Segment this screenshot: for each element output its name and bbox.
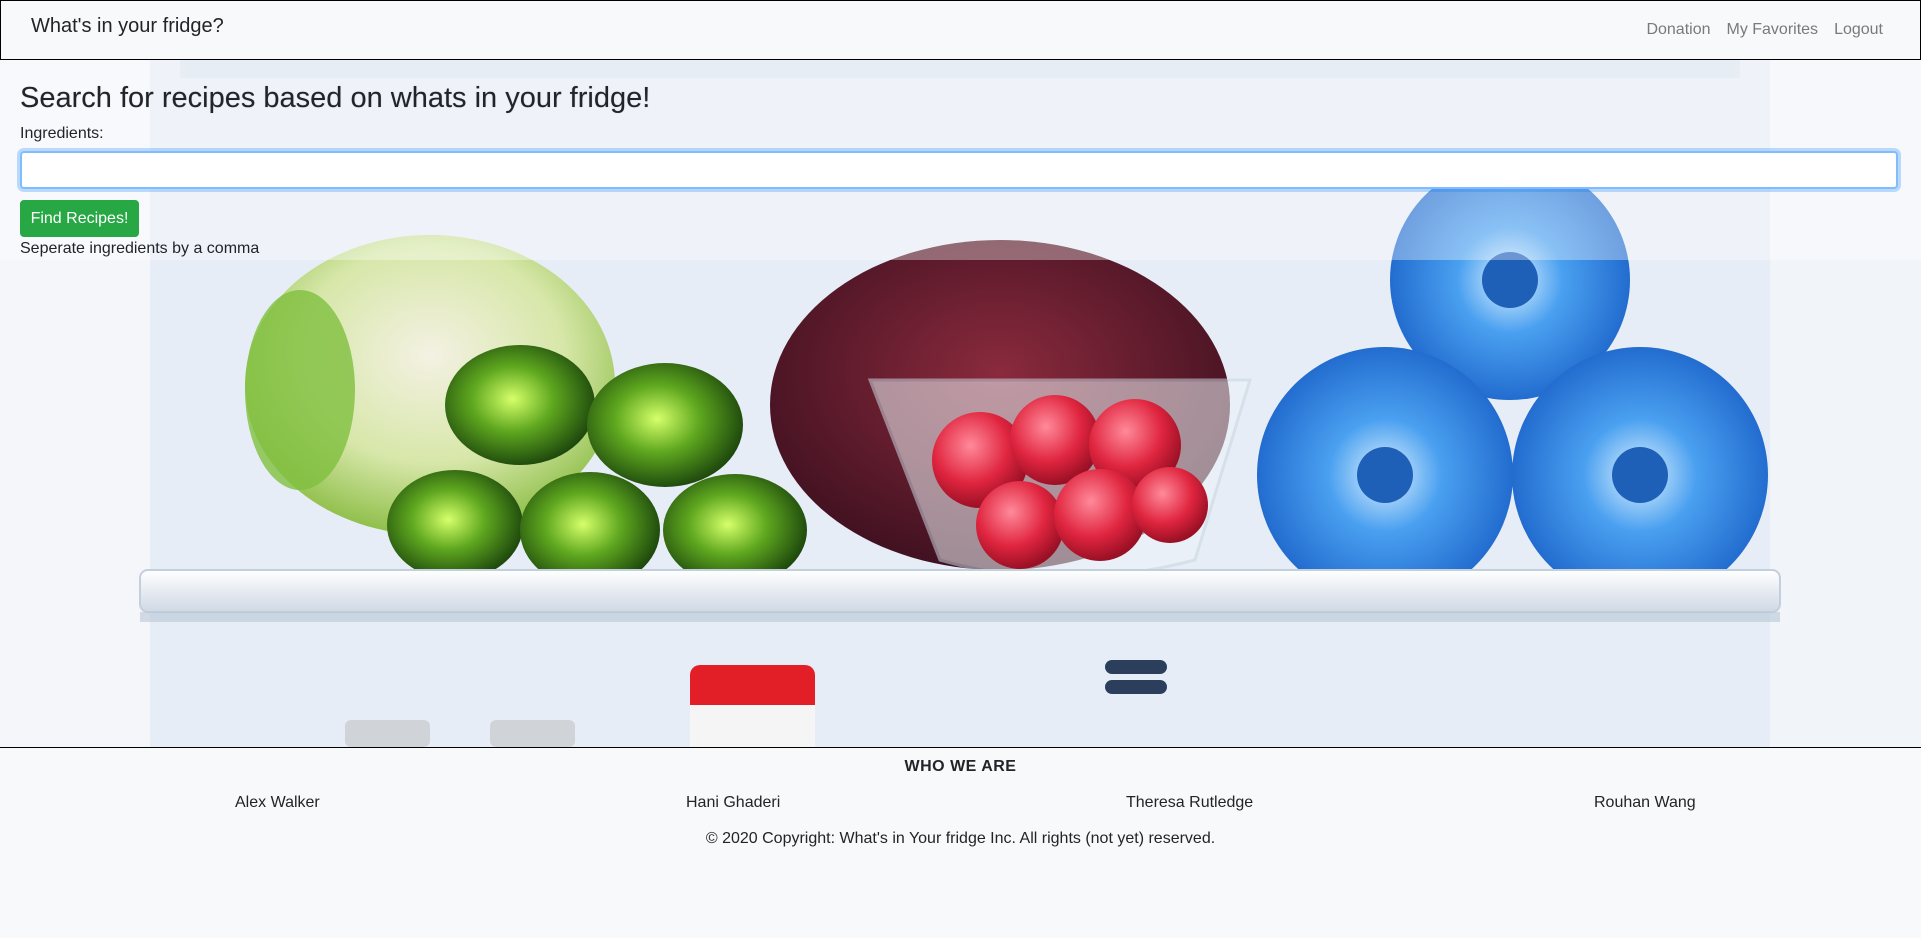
- ingredients-hint: Seperate ingredients by a comma: [20, 240, 260, 257]
- member-name: Theresa Rutledge: [1126, 794, 1254, 811]
- footer: WHO WE ARE Alex Walker Hani Ghaderi Ther…: [0, 748, 1921, 938]
- top-navbar: What's in your fridge? Donation My Favor…: [0, 0, 1921, 60]
- nav-link-logout[interactable]: Logout: [1834, 21, 1883, 39]
- ingredients-label: Ingredients:: [20, 125, 104, 142]
- who-we-are-heading: WHO WE ARE: [904, 758, 1017, 775]
- ingredients-input[interactable]: [20, 151, 1898, 189]
- member-name: Rouhan Wang: [1594, 794, 1696, 811]
- nav-links: Donation My Favorites Logout: [1646, 21, 1883, 39]
- member-name: Alex Walker: [235, 794, 320, 811]
- nav-link-my-favorites[interactable]: My Favorites: [1726, 21, 1818, 39]
- hero-fridge-background: Search for recipes based on whats in you…: [0, 60, 1921, 748]
- find-recipes-button[interactable]: Find Recipes!: [20, 200, 139, 237]
- copyright-text: © 2020 Copyright: What's in Your fridge …: [705, 830, 1216, 847]
- search-heading: Search for recipes based on whats in you…: [20, 82, 651, 114]
- nav-link-donation[interactable]: Donation: [1646, 21, 1710, 39]
- member-name: Hani Ghaderi: [686, 794, 781, 811]
- brand-title[interactable]: What's in your fridge?: [31, 15, 224, 38]
